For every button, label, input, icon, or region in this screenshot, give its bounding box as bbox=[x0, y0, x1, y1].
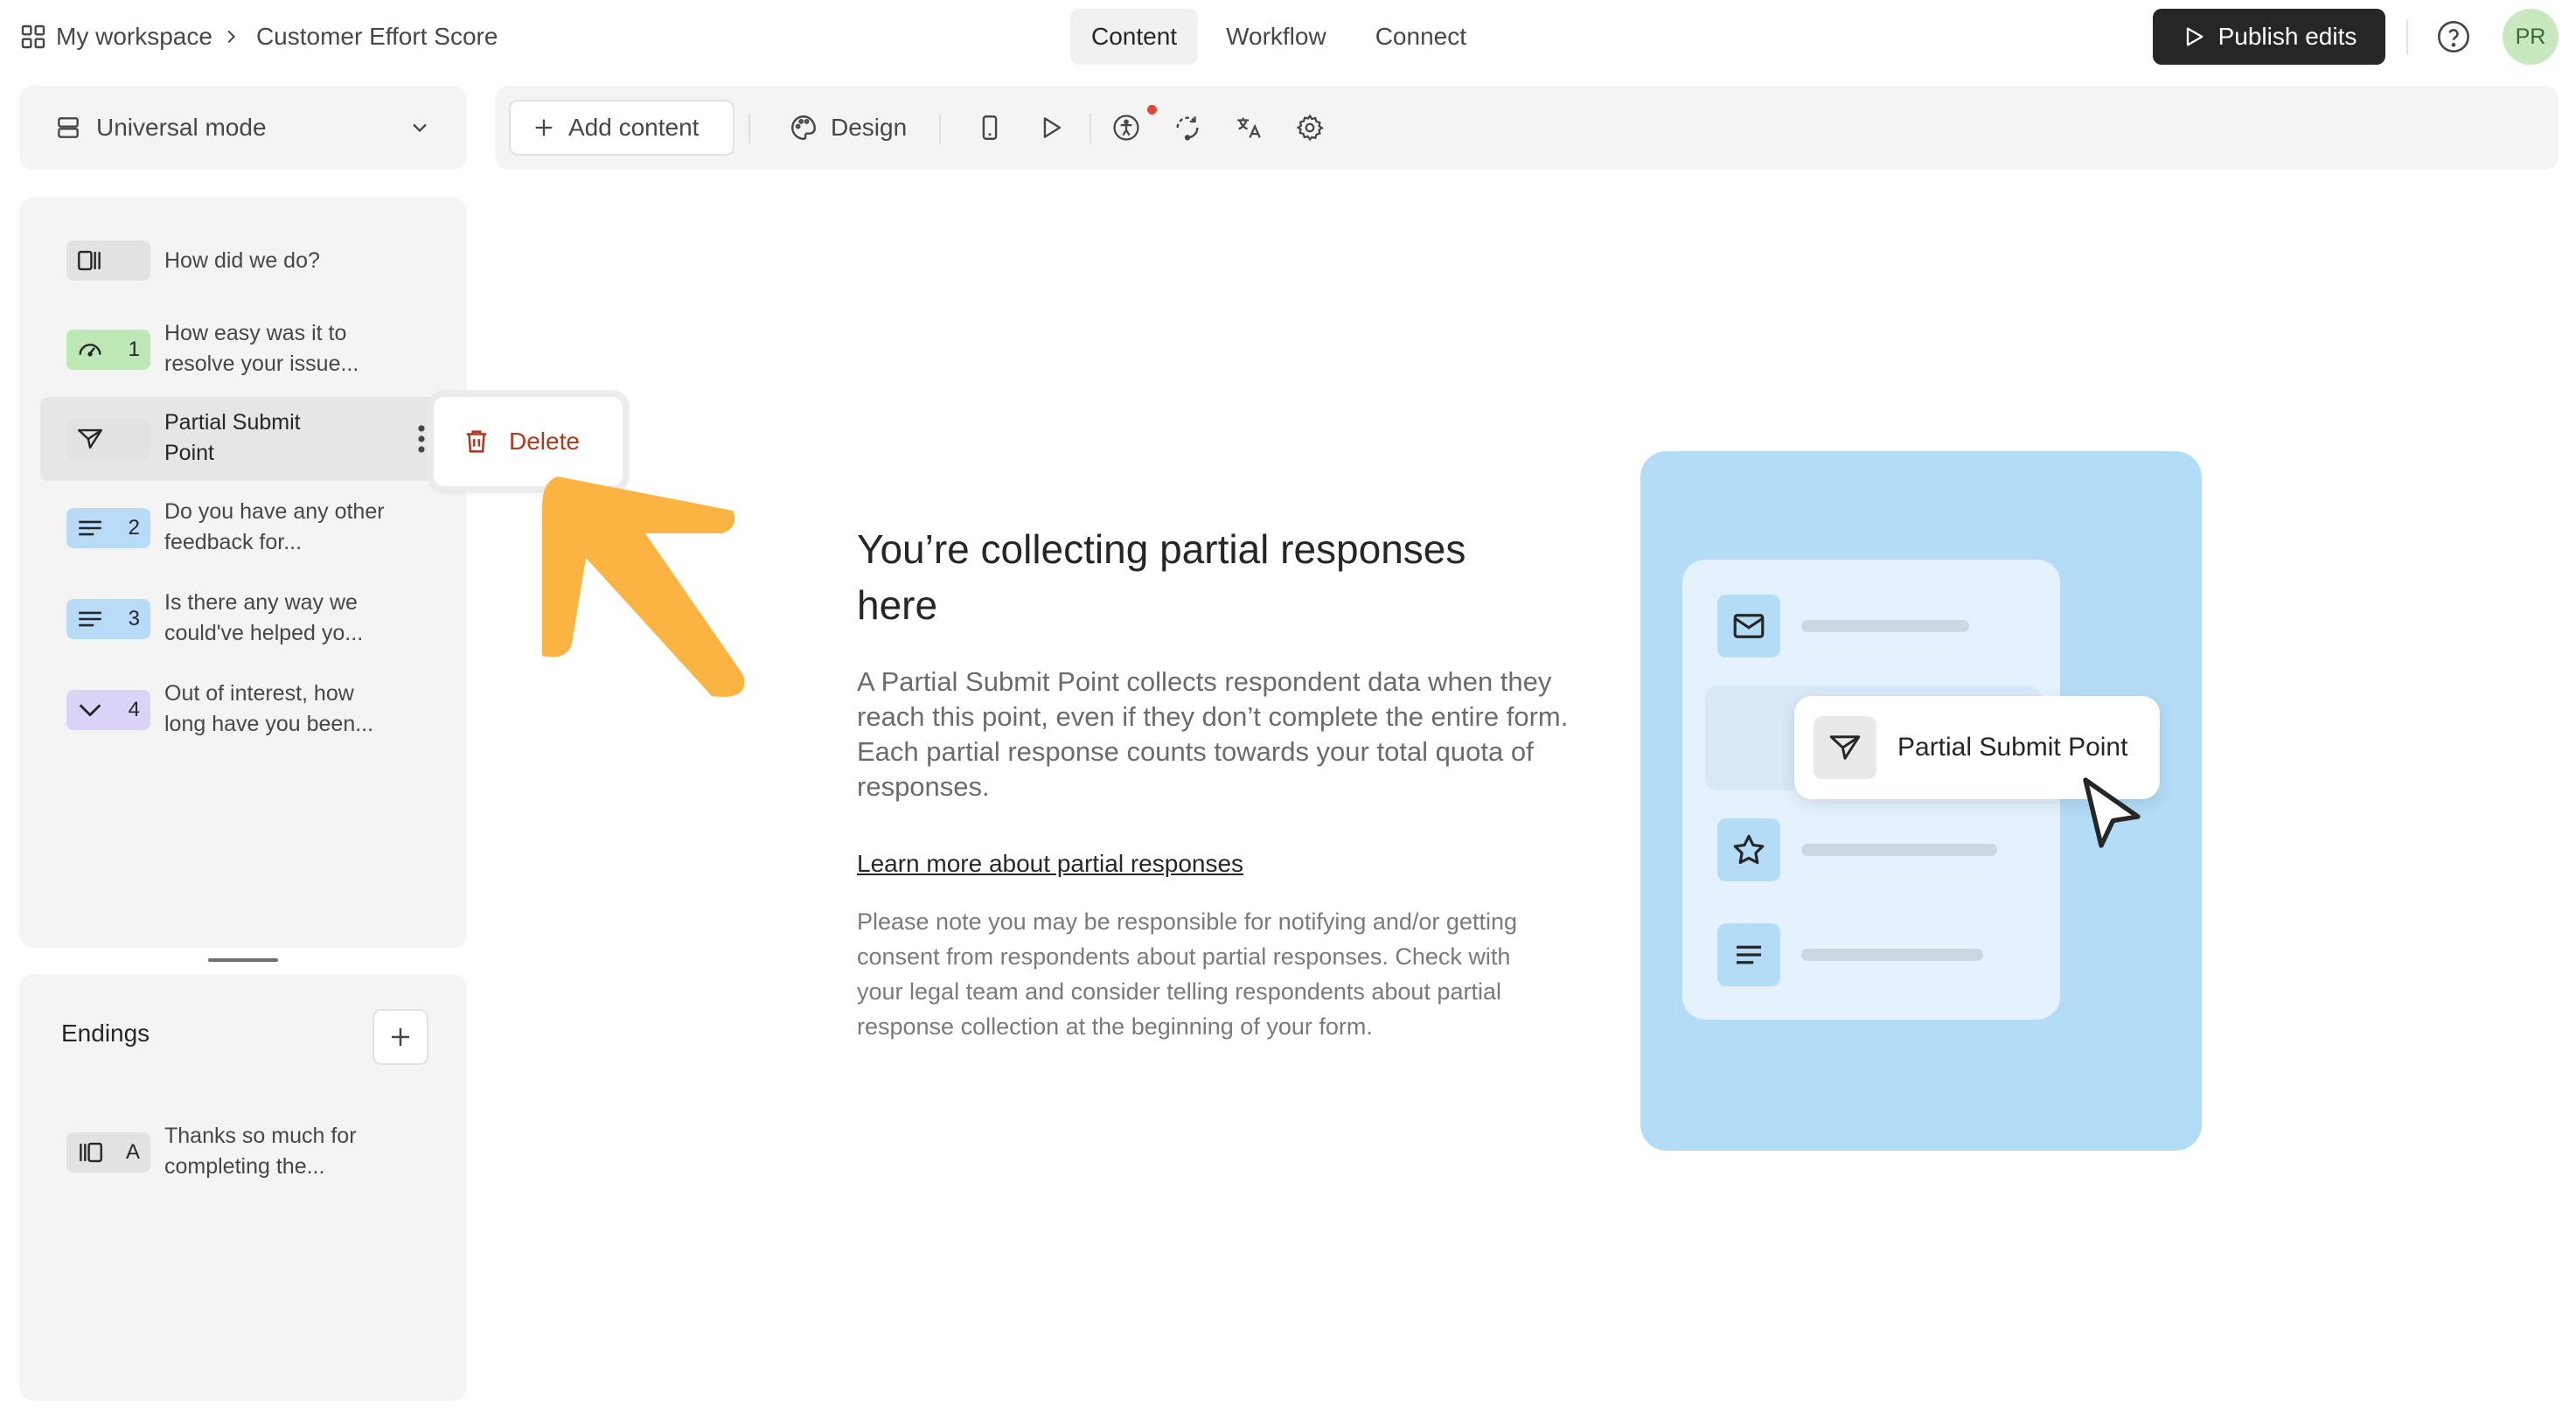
logic-icon[interactable] bbox=[1168, 108, 1207, 147]
mode-label: Universal mode bbox=[96, 114, 267, 141]
chevron-down-icon bbox=[413, 123, 427, 133]
dropdown-icon bbox=[79, 704, 101, 717]
question-badge: 4 bbox=[66, 690, 150, 730]
endings-title: Endings bbox=[61, 1020, 150, 1047]
gauge-icon bbox=[79, 344, 101, 357]
toolbar-divider bbox=[939, 114, 941, 143]
star-icon bbox=[1733, 834, 1765, 865]
long-text-icon bbox=[1737, 945, 1761, 964]
chevron-right-icon bbox=[227, 30, 236, 44]
mode-selector[interactable]: Universal mode bbox=[19, 86, 467, 170]
long-text-icon bbox=[79, 520, 101, 536]
question-badge bbox=[66, 419, 150, 459]
question-number: 4 bbox=[128, 698, 140, 721]
question-number: 3 bbox=[128, 607, 140, 630]
translate-icon[interactable] bbox=[1229, 108, 1268, 147]
illustration-icon-box bbox=[1717, 595, 1780, 658]
pointer-arrow-graphic bbox=[542, 477, 745, 697]
question-list-panel: How did we do? 1 How easy was it to reso… bbox=[19, 198, 467, 948]
list-item-ending-a[interactable]: A Thanks so much for completing the... bbox=[40, 1110, 446, 1194]
accessibility-icon[interactable] bbox=[1107, 108, 1145, 147]
add-ending-button[interactable] bbox=[372, 1009, 428, 1065]
design-button[interactable]: Design bbox=[776, 100, 919, 156]
description-text: A Partial Submit Point collects responde… bbox=[857, 666, 1569, 802]
top-tabs: Content Workflow Connect bbox=[1070, 9, 1494, 65]
more-options-icon[interactable] bbox=[414, 423, 428, 455]
ending-text: Thanks so much for completing the... bbox=[164, 1124, 357, 1179]
welcome-screen-icon bbox=[78, 250, 101, 271]
consent-note: Please note you may be responsible for n… bbox=[857, 908, 1517, 1040]
tab-connect[interactable]: Connect bbox=[1354, 9, 1487, 65]
illustration-bar bbox=[1801, 620, 1969, 632]
trash-icon bbox=[466, 430, 487, 453]
question-text: How did we do? bbox=[164, 248, 320, 273]
plus-icon bbox=[535, 119, 553, 136]
list-item-partial-submit[interactable]: Partial Submit Point bbox=[40, 397, 446, 481]
toolbar-divider bbox=[1090, 114, 1091, 143]
list-item-question-1[interactable]: 1 How easy was it to resolve your issue.… bbox=[40, 308, 446, 392]
help-icon[interactable] bbox=[2436, 19, 2471, 54]
toolbar: Add content Design bbox=[495, 86, 2559, 170]
avatar[interactable]: PR bbox=[2503, 9, 2559, 65]
breadcrumb-form-title[interactable]: Customer Effort Score bbox=[256, 23, 498, 51]
long-text-icon bbox=[79, 611, 101, 627]
toolbar-divider bbox=[748, 114, 750, 143]
tab-workflow[interactable]: Workflow bbox=[1205, 9, 1347, 65]
palette-icon bbox=[791, 115, 816, 140]
grid-icon[interactable] bbox=[19, 23, 47, 51]
list-item-welcome[interactable]: How did we do? bbox=[40, 219, 446, 303]
plus-icon bbox=[392, 1028, 409, 1046]
tab-content[interactable]: Content bbox=[1070, 9, 1199, 65]
illustration-bar bbox=[1801, 949, 1983, 961]
ending-badge: A bbox=[66, 1132, 150, 1173]
design-label: Design bbox=[831, 114, 908, 141]
learn-more-link[interactable]: Learn more about partial responses bbox=[857, 850, 1243, 878]
add-content-label: Add content bbox=[568, 114, 700, 141]
endings-panel: Endings A Thanks so much for completing … bbox=[19, 974, 467, 1401]
header-divider bbox=[2406, 19, 2408, 54]
list-item-question-2[interactable]: 2 Do you have any other feedback for... bbox=[40, 486, 446, 570]
notification-dot bbox=[1147, 105, 1157, 115]
question-text: How easy was it to resolve your issue... bbox=[164, 321, 359, 376]
add-content-button[interactable]: Add content bbox=[509, 100, 735, 156]
panel-resize-handle[interactable] bbox=[208, 958, 278, 962]
illustration-icon-box bbox=[1717, 923, 1780, 986]
question-badge: 1 bbox=[66, 330, 150, 370]
question-badge: 3 bbox=[66, 599, 150, 639]
chip-icon-box bbox=[1814, 716, 1876, 779]
question-badge: 2 bbox=[66, 508, 150, 548]
illustration-bar bbox=[1801, 844, 1997, 856]
question-number: 1 bbox=[128, 338, 140, 361]
send-icon bbox=[78, 428, 102, 449]
question-text: Is there any way we could've helped yo..… bbox=[164, 590, 364, 645]
list-item-question-3[interactable]: 3 Is there any way we could've helped yo… bbox=[40, 577, 446, 661]
layers-icon bbox=[58, 117, 79, 138]
question-number: 2 bbox=[128, 516, 140, 539]
publish-edits-button[interactable]: Publish edits bbox=[2153, 9, 2385, 65]
page-title: You’re collecting partial responses here bbox=[857, 526, 1466, 628]
question-text: Do you have any other feedback for... bbox=[164, 499, 385, 554]
publish-edits-label: Publish edits bbox=[2217, 23, 2357, 50]
top-bar: My workspace Customer Effort Score Conte… bbox=[0, 0, 2576, 73]
illustration-icon-box bbox=[1717, 818, 1780, 881]
ending-screen-icon bbox=[80, 1142, 102, 1163]
question-text: Partial Submit Point bbox=[164, 410, 301, 465]
question-badge bbox=[66, 240, 150, 281]
question-text: Out of interest, how long have you been.… bbox=[164, 681, 374, 736]
illustration: Partial Submit Point bbox=[1640, 451, 2202, 1151]
settings-icon[interactable] bbox=[1291, 108, 1329, 147]
breadcrumb-workspace[interactable]: My workspace bbox=[56, 23, 212, 51]
list-item-question-4[interactable]: 4 Out of interest, how long have you bee… bbox=[40, 668, 446, 752]
breadcrumb: My workspace Customer Effort Score bbox=[19, 19, 498, 54]
send-icon bbox=[1829, 735, 1861, 760]
play-outline-icon bbox=[2186, 27, 2204, 46]
mail-icon bbox=[1733, 614, 1765, 638]
ending-letter: A bbox=[125, 1140, 140, 1164]
play-icon[interactable] bbox=[1032, 108, 1070, 147]
chip-label: Partial Submit Point bbox=[1897, 733, 2128, 762]
mouse-cursor-icon bbox=[2083, 777, 2141, 848]
mobile-preview-icon[interactable] bbox=[971, 108, 1009, 147]
delete-label: Delete bbox=[509, 428, 580, 455]
